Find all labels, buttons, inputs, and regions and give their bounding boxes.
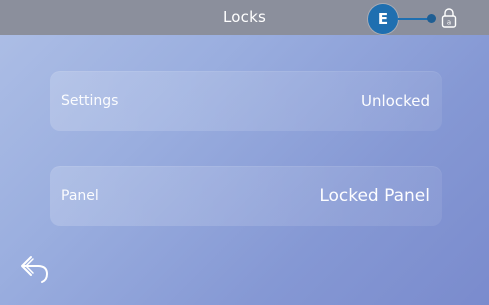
svg-text:a: a xyxy=(447,19,451,27)
locks-screen: Locks E a Settings Unlocked Panel Locked… xyxy=(0,0,489,305)
callout-marker: E xyxy=(368,4,398,34)
settings-lock-row[interactable]: Settings Unlocked xyxy=(50,71,442,131)
callout-leader-line xyxy=(398,18,429,20)
callout-pointer-dot xyxy=(427,14,436,23)
settings-label: Settings xyxy=(61,93,119,109)
panel-lock-status: Locked Panel xyxy=(319,186,430,206)
padlock-icon[interactable]: a xyxy=(441,7,457,29)
settings-lock-status: Unlocked xyxy=(361,92,430,110)
panel-lock-row[interactable]: Panel Locked Panel xyxy=(50,166,442,226)
panel-label: Panel xyxy=(61,188,99,204)
back-arrow-icon[interactable] xyxy=(16,252,52,284)
header-bar: Locks E a xyxy=(0,0,489,35)
